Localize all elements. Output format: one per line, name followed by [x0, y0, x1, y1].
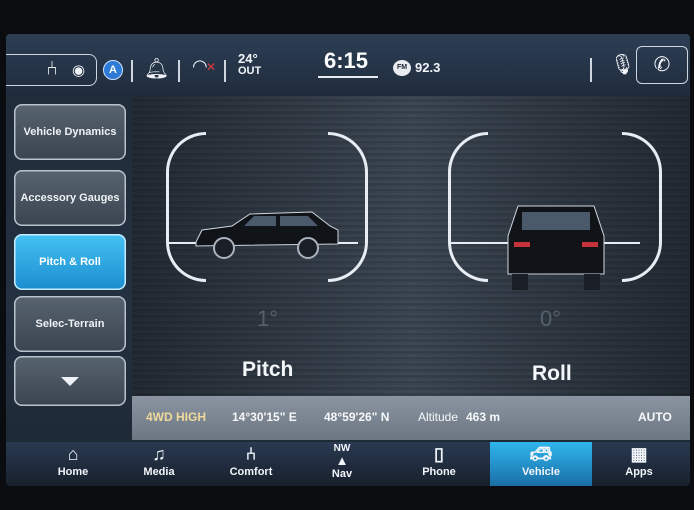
divider [178, 60, 180, 82]
music-note-icon: ♫ [152, 444, 166, 464]
pitch-label: Pitch [242, 358, 294, 381]
vehicle-rear-view-icon [507, 205, 605, 290]
clock: 6:15 [324, 48, 369, 73]
driver-assist-icon: A [103, 60, 123, 80]
roll-bracket-right [622, 132, 662, 282]
nav-comfort[interactable]: ⑃ Comfort [216, 442, 286, 486]
radio-frequency[interactable]: 92.3 [415, 60, 440, 75]
seat-icon: ⑃ [245, 444, 257, 464]
vehicle-side-view-icon [195, 211, 339, 259]
home-icon: ⌂ [67, 444, 79, 464]
nav-label: Nav [331, 468, 353, 480]
sidebar-item-label: Accessory Gauges [20, 191, 120, 204]
nav-label: Home [57, 466, 89, 478]
seat-cooling-icon: ◉ [72, 62, 86, 79]
sidebar-scroll-down-button[interactable] [14, 356, 126, 406]
chevron-down-icon [61, 376, 79, 386]
pitch-roll-panel: 1° Pitch 0° Roll [132, 96, 690, 396]
pitch-angle-value: 1° [257, 306, 279, 331]
notification-bell-icon[interactable]: 🔔︎ [144, 56, 169, 81]
roll-bracket-left [448, 132, 488, 282]
nav-label: Vehicle [522, 466, 560, 478]
auto-indicator: AUTO [638, 410, 672, 424]
nav-label: Phone [422, 466, 456, 478]
divider [590, 58, 592, 82]
car-icon: 🚙︎ [529, 444, 553, 464]
radio-band-badge: FM [393, 60, 411, 76]
sidebar-item-label: Selec-Terrain [35, 317, 105, 330]
nav-label: Media [143, 466, 175, 478]
infotainment-screen: ⑃ ◉ A 🔔︎ ◠ ✕ 24° OUT 6:15 FM 92.3 🎙︎ ✆ Ve… [6, 34, 690, 486]
nav-home[interactable]: ⌂ Home [40, 442, 106, 486]
nav-label: Comfort [229, 466, 273, 478]
nav-phone[interactable]: ▯ Phone [406, 442, 472, 486]
sidebar-item-label: Pitch & Roll [39, 255, 101, 268]
clock-underline [318, 76, 378, 78]
grid-icon: ▦ [630, 444, 648, 464]
nav-label: Apps [625, 466, 653, 478]
nav-apps[interactable]: ▦ Apps [606, 442, 672, 486]
sidebar-item-vehicle-dynamics[interactable]: Vehicle Dynamics [14, 104, 126, 160]
seat-heater-icon: ⑃ [46, 58, 58, 80]
microphone-icon[interactable]: 🎙︎ [610, 52, 635, 77]
bottom-navigation: ⌂ Home ♫ Media ⑃ Comfort NW ▲ Nav ▯ Phon… [6, 442, 690, 486]
temperature-value: 24° [238, 51, 258, 66]
nav-vehicle[interactable]: 🚙︎ Vehicle [490, 442, 592, 486]
phone-handset-button[interactable]: ✆ [636, 46, 688, 84]
sidebar-item-pitch-roll[interactable]: Pitch & Roll [14, 234, 126, 290]
divider [131, 60, 133, 82]
nav-media[interactable]: ♫ Media [126, 442, 192, 486]
latitude: 48°59'26" N [324, 410, 390, 424]
sidebar-item-accessory-gauges[interactable]: Accessory Gauges [14, 170, 126, 226]
compass-icon: ▲ [335, 453, 349, 468]
drive-mode: 4WD HIGH [146, 410, 206, 424]
roll-angle-value: 0° [540, 306, 562, 331]
sidebar-item-selec-terrain[interactable]: Selec-Terrain [14, 296, 126, 352]
sidebar-item-label: Vehicle Dynamics [23, 125, 117, 138]
outside-temperature: 24° OUT [238, 51, 262, 77]
longitude: 14°30'15" E [232, 410, 297, 424]
heated-seat-control[interactable]: ⑃ ◉ [6, 54, 97, 86]
altitude-value: 463 m [466, 410, 501, 424]
altitude-label: Altitude [418, 410, 459, 424]
roll-label: Roll [532, 362, 572, 385]
temperature-label: OUT [238, 65, 262, 77]
phone-icon: ▯ [434, 444, 444, 464]
phone-handset-icon: ✆ [653, 54, 671, 76]
divider [224, 60, 226, 82]
wifi-icon: ◠ ✕ [192, 56, 217, 76]
location-info-bar: 4WD HIGH 14°30'15" E 48°59'26" N Altitud… [132, 396, 690, 440]
status-bar: ⑃ ◉ A 🔔︎ ◠ ✕ 24° OUT 6:15 FM 92.3 🎙︎ ✆ [6, 34, 690, 96]
nav-nav[interactable]: NW ▲ Nav [312, 442, 372, 486]
